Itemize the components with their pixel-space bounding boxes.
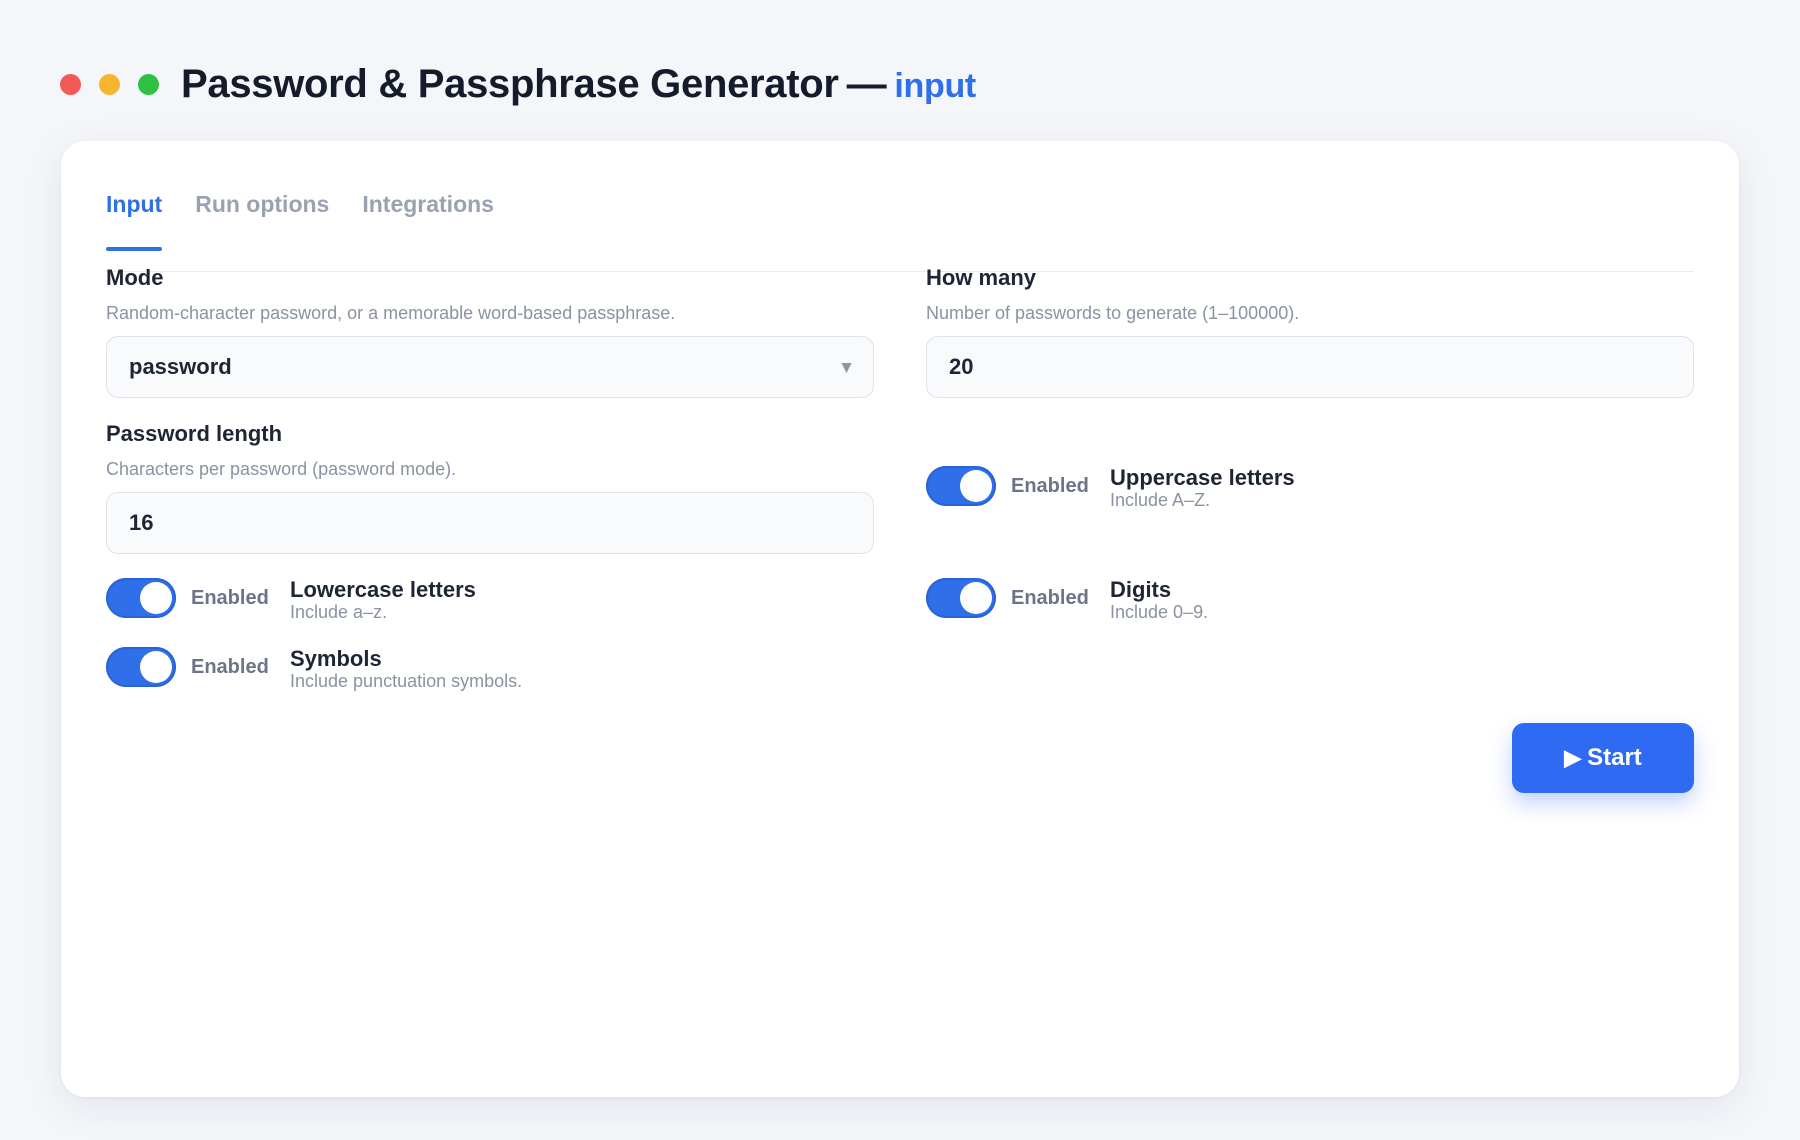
start-button-label: Start (1587, 744, 1642, 771)
start-button[interactable]: ▶ Start (1512, 723, 1694, 793)
uppercase-toggle-text: Uppercase letters Include A–Z. (1110, 465, 1295, 511)
digits-toggle-text: Digits Include 0–9. (1110, 577, 1209, 623)
password-length-value: 16 (129, 510, 154, 535)
digits-toggle-title: Digits (1110, 577, 1172, 602)
digits-toggle-switch[interactable] (926, 578, 996, 618)
tab-integrations[interactable]: Integrations (362, 179, 494, 251)
toggle-knob (960, 582, 992, 614)
tab-bar: Input Run options Integrations (106, 179, 1694, 272)
toggle-knob (140, 651, 172, 683)
close-window-button[interactable] (60, 73, 81, 95)
main-card: Input Run options Integrations Mode Rand… (61, 141, 1739, 1097)
uppercase-toggle-row: Enabled Uppercase letters Include A–Z. (926, 466, 1295, 510)
password-length-field: Password length Characters per password … (106, 421, 874, 554)
title-bar: Password & Passphrase Generator — input (60, 56, 976, 112)
tab-run-options[interactable]: Run options (195, 179, 329, 251)
lowercase-toggle-row: Enabled Lowercase letters Include a–z. (106, 578, 476, 622)
mode-label: Mode (106, 265, 164, 290)
digits-toggle-state: Enabled (1011, 587, 1089, 609)
lowercase-toggle-description: Include a–z. (290, 602, 388, 622)
lowercase-toggle-state: Enabled (191, 587, 269, 609)
password-length-help: Characters per password (password mode). (106, 459, 457, 479)
password-length-input[interactable]: 16 (106, 492, 874, 554)
symbols-toggle-row: Enabled Symbols Include punctuation symb… (106, 647, 522, 691)
uppercase-toggle-description: Include A–Z. (1110, 490, 1211, 510)
how-many-label: How many (926, 265, 1037, 290)
lowercase-toggle-title: Lowercase letters (290, 577, 476, 602)
current-view-label: input (894, 66, 976, 105)
mode-select[interactable]: password ▾ (106, 336, 874, 398)
tab-input[interactable]: Input (106, 179, 163, 251)
password-length-label: Password length (106, 421, 283, 446)
lowercase-toggle-text: Lowercase letters Include a–z. (290, 577, 476, 623)
symbols-toggle-switch[interactable] (106, 647, 176, 687)
uppercase-toggle-state: Enabled (1011, 475, 1089, 497)
how-many-help: Number of passwords to generate (1–10000… (926, 303, 1300, 323)
how-many-value: 20 (949, 354, 974, 379)
app-title-text: Password & Passphrase Generator (181, 61, 839, 106)
mode-help: Random-character password, or a memorabl… (106, 303, 676, 323)
toggle-knob (960, 470, 992, 502)
title-separator: — (846, 61, 887, 106)
maximize-window-button[interactable] (138, 73, 159, 95)
symbols-toggle-description: Include punctuation symbols. (290, 671, 523, 691)
lowercase-toggle-switch[interactable] (106, 578, 176, 618)
digits-toggle-row: Enabled Digits Include 0–9. (926, 578, 1208, 622)
mode-select-value: password (129, 354, 232, 379)
chevron-down-icon: ▾ (841, 356, 851, 377)
mode-field: Mode Random-character password, or a mem… (106, 265, 874, 398)
symbols-toggle-state: Enabled (191, 656, 269, 678)
digits-toggle-description: Include 0–9. (1110, 602, 1209, 622)
app-title: Password & Passphrase Generator — input (181, 62, 976, 107)
uppercase-toggle-switch[interactable] (926, 466, 996, 506)
how-many-input[interactable]: 20 (926, 336, 1694, 398)
toggle-knob (140, 582, 172, 614)
play-icon: ▶ (1564, 745, 1582, 770)
how-many-field: How many Number of passwords to generate… (926, 265, 1694, 398)
uppercase-toggle-title: Uppercase letters (1110, 465, 1295, 490)
symbols-toggle-title: Symbols (290, 646, 382, 671)
minimize-window-button[interactable] (99, 73, 120, 95)
symbols-toggle-text: Symbols Include punctuation symbols. (290, 646, 523, 692)
